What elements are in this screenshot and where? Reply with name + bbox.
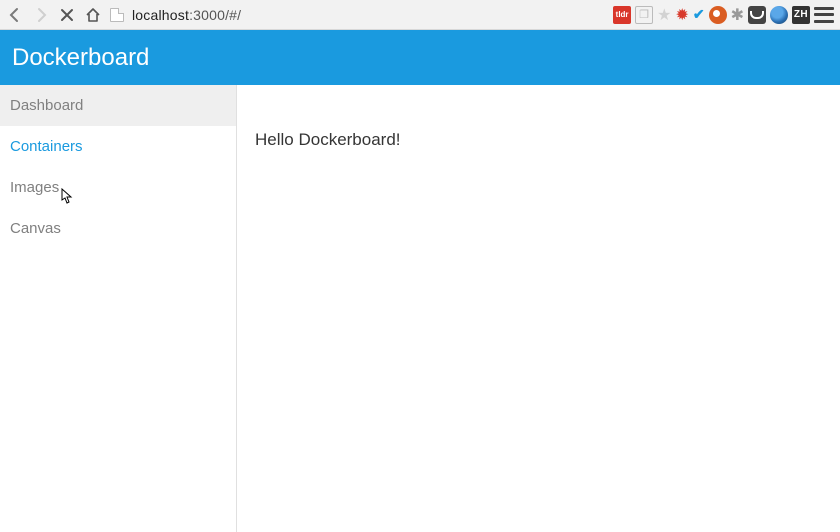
back-button[interactable]: [6, 6, 24, 24]
extension-bug-icon[interactable]: ✹: [675, 5, 688, 25]
address-bar[interactable]: localhost:3000/#/: [132, 7, 605, 23]
main-content: Hello Dockerboard!: [237, 85, 840, 532]
extension-row: tldr ❐ ★ ✹ ✔ ✱ ZH: [613, 5, 834, 25]
greeting-text: Hello Dockerboard!: [255, 130, 401, 149]
extension-spinner-icon[interactable]: ✱: [731, 5, 744, 25]
extension-tldr-icon[interactable]: tldr: [613, 6, 631, 24]
sidebar-item-label: Images: [10, 179, 59, 196]
extension-readability-icon[interactable]: ❐: [635, 6, 653, 24]
sidebar-item-images[interactable]: Images: [0, 167, 236, 208]
app-header: Dockerboard: [0, 30, 840, 85]
sidebar-item-containers[interactable]: Containers: [0, 126, 236, 167]
sidebar: Dashboard Containers Images Canvas: [0, 85, 237, 532]
bookmark-star-icon[interactable]: ★: [657, 5, 671, 25]
sidebar-item-label: Dashboard: [10, 97, 83, 114]
url-host: localhost: [132, 7, 189, 23]
browser-menu-icon[interactable]: [814, 7, 834, 23]
url-rest: :3000/#/: [189, 7, 241, 23]
extension-pocket-icon[interactable]: [748, 6, 766, 24]
extension-duckduckgo-icon[interactable]: [709, 6, 727, 24]
sidebar-item-dashboard[interactable]: Dashboard: [0, 85, 236, 126]
page-icon: [110, 8, 124, 22]
extension-v-icon[interactable]: ✔: [693, 6, 705, 23]
browser-toolbar: localhost:3000/#/ tldr ❐ ★ ✹ ✔ ✱ ZH: [0, 0, 840, 30]
forward-button[interactable]: [32, 6, 50, 24]
sidebar-item-canvas[interactable]: Canvas: [0, 208, 236, 249]
home-button[interactable]: [84, 6, 102, 24]
stop-button[interactable]: [58, 6, 76, 24]
app-title: Dockerboard: [12, 44, 149, 72]
extension-zh-icon[interactable]: ZH: [792, 6, 810, 24]
sidebar-item-label: Containers: [10, 138, 83, 155]
extension-globe-icon[interactable]: [770, 6, 788, 24]
sidebar-item-label: Canvas: [10, 220, 61, 237]
